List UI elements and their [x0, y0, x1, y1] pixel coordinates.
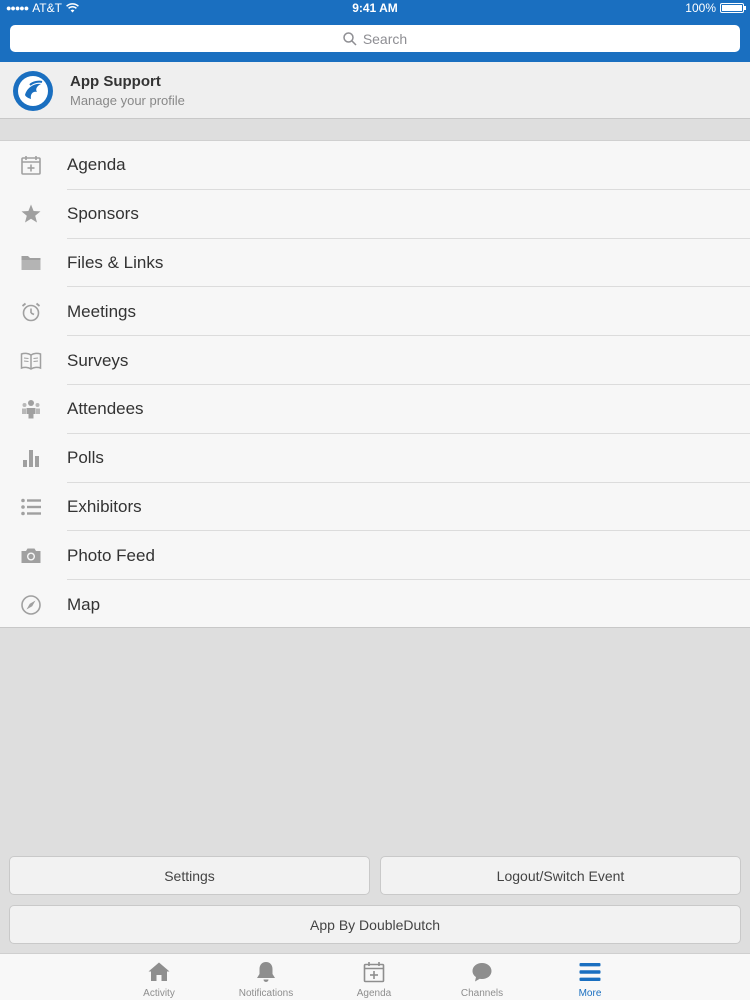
tab-label: Channels	[460, 988, 504, 999]
tab-channels[interactable]: Channels	[428, 954, 536, 1000]
book-icon	[18, 348, 44, 374]
menu-item-label: Map	[67, 594, 101, 614]
tab-notifications[interactable]: Notifications	[212, 954, 320, 1000]
status-bar: ●●●●● AT&T 9:41 AM 100%	[0, 0, 750, 16]
tab-agenda[interactable]: Agenda	[320, 954, 428, 1000]
menu-item-surveys[interactable]: Surveys	[0, 336, 750, 385]
menu-item-label: Photo Feed	[67, 545, 155, 565]
tab-label: Activity	[143, 988, 175, 999]
home-icon	[147, 960, 171, 984]
bell-icon	[254, 960, 278, 984]
tab-activity[interactable]: Activity	[105, 954, 213, 1000]
app-logo	[13, 71, 53, 111]
profile-subtitle: Manage your profile	[70, 93, 185, 108]
tab-more[interactable]: More	[536, 954, 644, 1000]
more-menu: Agenda Sponsors Files & Links Meetings S…	[0, 140, 750, 628]
status-time: 9:41 AM	[352, 1, 398, 15]
menu-item-exhibitors[interactable]: Exhibitors	[0, 483, 750, 532]
profile-name: App Support	[70, 73, 161, 90]
menu-item-label: Exhibitors	[67, 496, 142, 516]
search-placeholder: Search	[362, 30, 408, 47]
menu-item-meetings[interactable]: Meetings	[0, 287, 750, 337]
tab-label: Agenda	[356, 988, 392, 999]
profile-row[interactable]: App Support Manage your profile	[0, 62, 750, 119]
camera-icon	[18, 543, 44, 569]
menu-item-polls[interactable]: Polls	[0, 434, 750, 483]
menu-item-sponsors[interactable]: Sponsors	[0, 190, 750, 239]
alarm-clock-icon	[18, 299, 44, 325]
calendar-icon	[362, 960, 386, 984]
logout-switch-event-button[interactable]: Logout/Switch Event	[380, 856, 741, 895]
settings-button[interactable]: Settings	[9, 856, 370, 895]
menu-item-map[interactable]: Map	[0, 580, 750, 629]
compass-icon	[18, 592, 44, 618]
tab-label: More	[578, 988, 602, 999]
star-icon	[18, 201, 44, 227]
menu-item-label: Polls	[67, 448, 104, 468]
menu-item-agenda[interactable]: Agenda	[0, 141, 750, 190]
tab-label: Notifications	[238, 988, 294, 999]
chat-bubble-icon	[470, 960, 494, 984]
header-bar: ●●●●● AT&T 9:41 AM 100% Search	[0, 0, 750, 62]
bar-chart-icon	[18, 445, 44, 471]
folder-icon	[18, 250, 44, 276]
people-icon	[18, 396, 44, 422]
search-icon	[343, 31, 357, 46]
calendar-icon	[18, 152, 44, 178]
menu-item-label: Surveys	[67, 350, 129, 370]
menu-icon	[578, 960, 602, 984]
menu-item-label: Meetings	[67, 301, 136, 321]
app-by-button[interactable]: App By DoubleDutch	[9, 905, 741, 944]
battery-percent: 100%	[685, 1, 716, 15]
search-bar[interactable]: Search	[10, 25, 740, 52]
tab-bar: Activity Notifications Agenda Channels M…	[0, 953, 750, 1000]
menu-item-label: Agenda	[67, 155, 126, 175]
list-icon	[18, 494, 44, 520]
menu-item-label: Attendees	[67, 399, 144, 419]
menu-item-attendees[interactable]: Attendees	[0, 385, 750, 434]
menu-item-label: Files & Links	[67, 252, 164, 272]
menu-item-photo-feed[interactable]: Photo Feed	[0, 531, 750, 581]
menu-item-files-links[interactable]: Files & Links	[0, 239, 750, 288]
menu-item-label: Sponsors	[67, 204, 139, 224]
battery-icon	[720, 3, 746, 13]
